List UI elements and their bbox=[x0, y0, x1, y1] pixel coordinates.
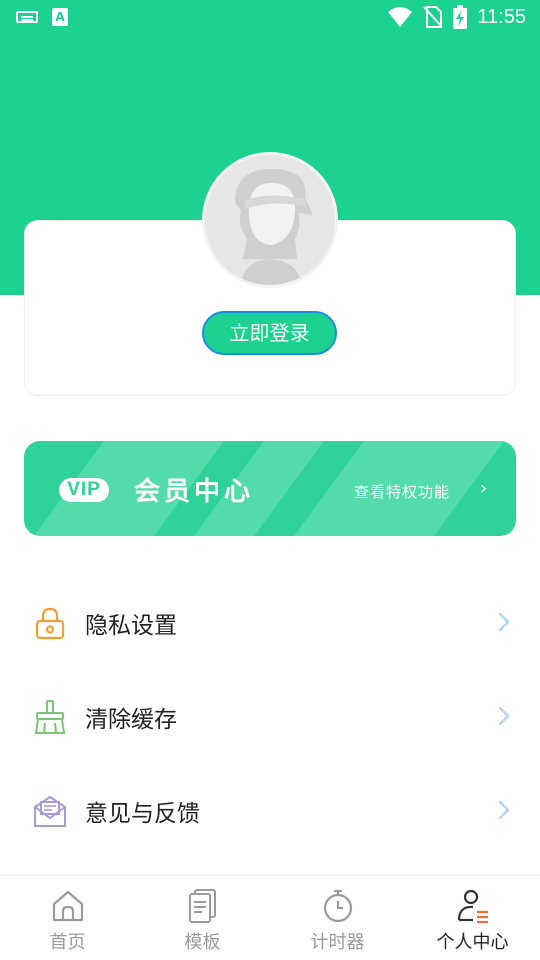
mail-icon bbox=[34, 795, 66, 827]
menu-item-privacy[interactable]: 隐私设置 bbox=[0, 575, 540, 669]
battery-charging-icon bbox=[453, 5, 468, 29]
nav-label: 首页 bbox=[49, 932, 86, 953]
profile-icon bbox=[457, 889, 488, 924]
no-sim-icon bbox=[423, 6, 444, 28]
nav-item-templates[interactable]: 模板 bbox=[135, 876, 270, 960]
avatar[interactable] bbox=[202, 152, 338, 288]
menu-item-clear-cache[interactable]: 清除缓存 bbox=[0, 669, 540, 763]
nav-item-timer[interactable]: 计时器 bbox=[270, 876, 405, 960]
nav-label: 个人中心 bbox=[436, 932, 509, 953]
status-bar: A 11:55 bbox=[0, 0, 540, 36]
accessibility-a-icon: A bbox=[52, 8, 68, 26]
template-icon bbox=[189, 889, 216, 923]
vip-arrow-icon: › bbox=[480, 478, 488, 499]
menu-item-feedback[interactable]: 意见与反馈 bbox=[0, 763, 540, 857]
default-avatar-icon bbox=[205, 155, 335, 285]
chevron-right-icon bbox=[498, 800, 510, 820]
nav-item-profile[interactable]: 个人中心 bbox=[405, 876, 540, 960]
vip-badge: VIP bbox=[59, 478, 109, 502]
menu-item-label: 意见与反馈 bbox=[85, 801, 200, 827]
status-right: 11:55 bbox=[387, 5, 526, 29]
vip-banner[interactable]: VIP 会员中心 查看特权功能 › bbox=[24, 441, 516, 536]
nav-label: 模板 bbox=[184, 932, 221, 953]
menu-item-label: 清除缓存 bbox=[85, 707, 177, 733]
vip-title: 会员中心 bbox=[134, 477, 255, 507]
keyboard-icon bbox=[16, 11, 38, 23]
status-left: A bbox=[16, 8, 68, 26]
chevron-right-icon bbox=[498, 706, 510, 726]
login-button[interactable]: 立即登录 bbox=[202, 311, 337, 355]
bottom-navigation: 首页 模板 计时器 个人中心 bbox=[0, 875, 540, 960]
wifi-icon bbox=[388, 7, 413, 27]
status-time: 11:55 bbox=[477, 5, 526, 28]
home-icon bbox=[52, 890, 84, 922]
broom-icon bbox=[34, 700, 66, 734]
nav-label: 计时器 bbox=[310, 932, 365, 953]
timer-icon bbox=[323, 889, 353, 923]
vip-subtitle: 查看特权功能 bbox=[354, 483, 451, 501]
lock-icon bbox=[35, 607, 65, 640]
chevron-right-icon bbox=[498, 612, 510, 632]
menu-item-label: 隐私设置 bbox=[85, 613, 177, 639]
nav-item-home[interactable]: 首页 bbox=[0, 876, 135, 960]
